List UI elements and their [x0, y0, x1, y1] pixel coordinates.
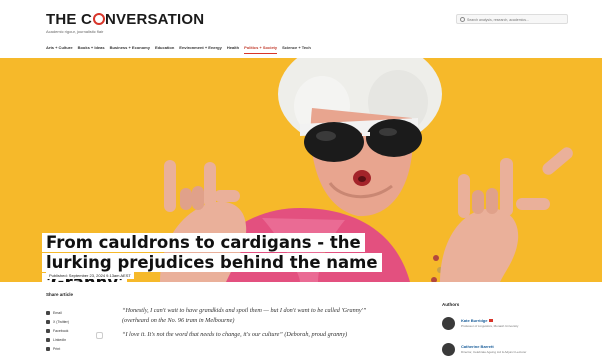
nav-item-environment-energy[interactable]: Environment + Energy [179, 44, 222, 52]
author-name[interactable]: Kate Burridge [461, 318, 518, 323]
nav-item-health[interactable]: Health [227, 44, 239, 52]
published-date: Published: September 23, 2024 9.13am AES… [46, 272, 134, 279]
search-input[interactable] [467, 16, 565, 23]
author-text: Kate Burridge Professor of Linguistics, … [461, 318, 518, 328]
logo-text-end: NVERSATION [105, 11, 205, 28]
main-nav: Arts + Culture Books + Ideas Business + … [46, 44, 311, 54]
share-item-label: Facebook [53, 328, 69, 333]
share-x-button[interactable]: X (Twitter) [46, 317, 106, 326]
linkedin-icon [46, 337, 50, 342]
author-text: Catherine Barrett Director, Celebrate Ag… [461, 344, 526, 354]
author-name[interactable]: Catherine Barrett [461, 344, 526, 349]
author-role: Director, Celebrate Ageing Ltd & Adjunct… [461, 350, 527, 354]
author-card[interactable]: Kate Burridge Professor of Linguistics, … [442, 316, 518, 330]
author-role: Professor of Linguistics, Monash Univers… [461, 324, 519, 328]
facebook-icon [46, 328, 50, 333]
article-body-area: Share article Email X (Twitter) Facebook… [0, 282, 602, 364]
article-text: “Honestly, I can't wait to have grandkid… [122, 306, 392, 344]
share-print-button[interactable]: Print [46, 344, 106, 353]
email-icon [46, 310, 50, 315]
author-badge-icon [489, 319, 494, 322]
avatar [442, 316, 455, 330]
x-icon [46, 319, 50, 324]
share-list: Email X (Twitter) Facebook LinkedIn Prin… [46, 308, 106, 353]
author-card[interactable]: Catherine Barrett Director, Celebrate Ag… [442, 342, 526, 356]
share-item-label: LinkedIn [53, 337, 67, 342]
nav-item-arts-culture[interactable]: Arts + Culture [46, 44, 73, 52]
site-tagline: Academic rigour, journalistic flair [46, 29, 104, 34]
authors-title: Authors [442, 302, 460, 307]
share-item-label: Print [53, 346, 61, 351]
logo-ring-icon [92, 13, 105, 25]
nav-item-science-tech[interactable]: Science + Tech [282, 44, 311, 52]
nav-item-books-ideas[interactable]: Books + Ideas [78, 44, 105, 52]
share-item-label: Email [53, 310, 62, 315]
share-title: Share article [46, 292, 74, 297]
share-email-button[interactable]: Email [46, 308, 106, 317]
avatar [442, 342, 455, 356]
article-paragraph: “Honestly, I can't wait to have grandkid… [122, 307, 367, 324]
search-box[interactable] [456, 14, 568, 24]
logo-text-start: THE C [46, 11, 92, 28]
share-item-label: X (Twitter) [53, 319, 69, 324]
search-icon [460, 17, 465, 22]
nav-item-business-economy[interactable]: Business + Economy [110, 44, 150, 52]
print-icon [46, 346, 50, 351]
nav-item-education[interactable]: Education [155, 44, 174, 52]
share-scroll-button[interactable] [96, 332, 103, 339]
author-name-text: Kate Burridge [461, 318, 488, 323]
nav-item-politics-society[interactable]: Politics + Society [244, 44, 278, 54]
article-paragraph: “I love it. It's not the word that needs… [122, 331, 348, 338]
site-logo[interactable]: THE C NVERSATION [46, 11, 204, 28]
